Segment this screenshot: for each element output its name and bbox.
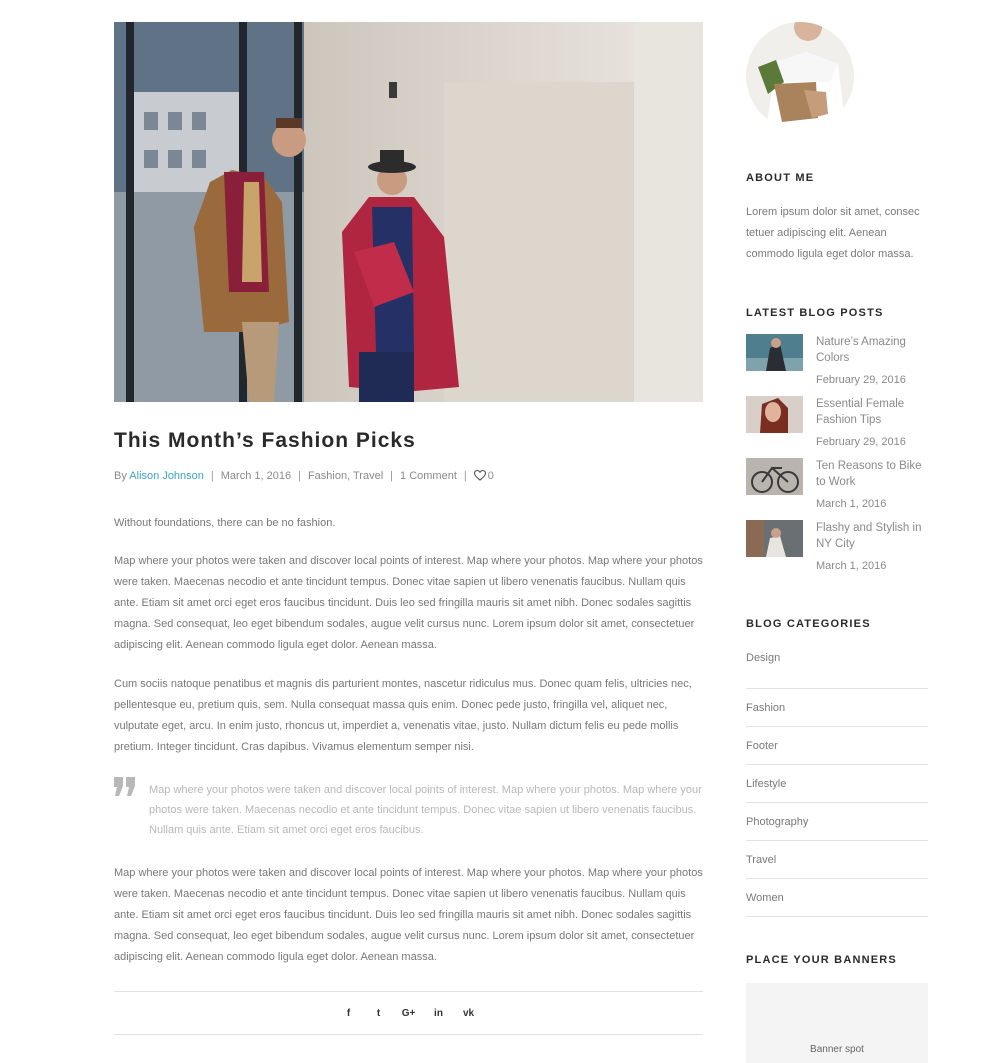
latest-post-item[interactable]: Nature’s Amazing Colors February 29, 201…: [746, 334, 928, 396]
avatar: [746, 22, 854, 130]
latest-post-date: March 1, 2016: [816, 498, 887, 510]
meta-separator: |: [210, 470, 214, 482]
categories-list: Design Fashion Footer Lifestyle Photogra…: [746, 651, 928, 917]
like-button[interactable]: 0: [473, 470, 494, 482]
post-title[interactable]: This Month’s Fashion Picks: [114, 429, 703, 453]
latest-post-date: March 1, 2016: [816, 560, 887, 572]
author-link[interactable]: Alison Johnson: [129, 470, 204, 482]
facebook-icon[interactable]: f: [342, 1006, 356, 1020]
comments-link[interactable]: 1 Comment: [400, 470, 457, 482]
category-link[interactable]: Fashion: [746, 701, 785, 715]
meta-separator: |: [298, 470, 301, 482]
category-item[interactable]: Photography: [746, 803, 928, 841]
latest-post-item[interactable]: Essential Female Fashion Tips February 2…: [746, 396, 928, 458]
categories-title: BLOG CATEGORIES: [746, 618, 871, 630]
post-intro: Without foundations, there can be no fas…: [114, 517, 336, 529]
vk-icon[interactable]: vk: [462, 1006, 476, 1020]
heart-icon: [473, 470, 486, 481]
category-link[interactable]: Footer: [746, 739, 778, 753]
blockquote: Map where your photos were taken and dis…: [114, 777, 703, 840]
post-paragraph: Map where your photos were taken and dis…: [114, 555, 703, 651]
post-paragraph: Cum sociis natoque penatibus et magnis d…: [114, 678, 692, 753]
banner-spot[interactable]: Banner spot: [746, 983, 928, 1063]
about-text: Lorem ipsum dolor sit amet, consec tetue…: [746, 206, 920, 260]
linkedin-icon[interactable]: in: [432, 1006, 446, 1020]
latest-post-thumbnail[interactable]: [746, 458, 803, 495]
quote-text: Map where your photos were taken and dis…: [149, 784, 702, 836]
post-paragraph: Map where your photos were taken and dis…: [114, 867, 703, 963]
latest-post-thumbnail[interactable]: [746, 334, 803, 371]
category-item[interactable]: Women: [746, 879, 928, 917]
meta-separator: |: [390, 470, 394, 482]
sidebar: ABOUT ME Lorem ipsum dolor sit amet, con…: [746, 22, 928, 1063]
category-links[interactable]: Fashion, Travel: [308, 470, 383, 482]
latest-post-title[interactable]: Nature’s Amazing Colors: [816, 334, 928, 366]
meta-separator: |: [463, 470, 467, 482]
banner-label: Banner spot: [810, 1044, 864, 1055]
category-link[interactable]: Travel: [746, 853, 776, 867]
category-item[interactable]: Lifestyle: [746, 765, 928, 803]
category-link[interactable]: Women: [746, 891, 784, 905]
featured-image[interactable]: [114, 22, 703, 402]
latest-post-item[interactable]: Flashy and Stylish in NY City March 1, 2…: [746, 520, 928, 582]
latest-post-title[interactable]: Essential Female Fashion Tips: [816, 396, 928, 428]
latest-post-thumbnail[interactable]: [746, 396, 803, 433]
category-item[interactable]: Footer: [746, 727, 928, 765]
meta-by-label: By: [114, 470, 130, 482]
latest-post-title[interactable]: Flashy and Stylish in NY City: [816, 520, 928, 552]
category-link[interactable]: Photography: [746, 815, 808, 829]
category-item[interactable]: Design: [746, 651, 928, 689]
category-item[interactable]: Fashion: [746, 689, 928, 727]
latest-post-date: February 29, 2016: [816, 374, 906, 386]
latest-post-date: February 29, 2016: [816, 436, 906, 448]
latest-posts-title: LATEST BLOG POSTS: [746, 307, 884, 319]
blog-post: This Month’s Fashion Picks By Alison Joh…: [114, 22, 703, 1035]
category-item[interactable]: Travel: [746, 841, 928, 879]
latest-posts-list: Nature’s Amazing Colors February 29, 201…: [746, 334, 928, 582]
share-bar: f t G+ in vk: [114, 991, 703, 1035]
twitter-icon[interactable]: t: [372, 1006, 386, 1020]
google-plus-icon[interactable]: G+: [402, 1006, 416, 1020]
like-count: 0: [487, 470, 494, 482]
latest-post-item[interactable]: Ten Reasons to Bike to Work March 1, 201…: [746, 458, 928, 520]
post-meta: By Alison Johnson | March 1, 2016 | Fashion,…: [114, 469, 703, 483]
latest-post-title[interactable]: Ten Reasons to Bike to Work: [816, 458, 928, 490]
post-date-link[interactable]: March 1, 2016: [221, 470, 291, 482]
about-title: ABOUT ME: [746, 172, 815, 184]
category-link[interactable]: Design: [746, 651, 780, 665]
quote-icon: [114, 777, 135, 796]
banner-title: PLACE YOUR BANNERS: [746, 954, 897, 966]
latest-post-thumbnail[interactable]: [746, 520, 803, 557]
category-link[interactable]: Lifestyle: [746, 777, 786, 791]
